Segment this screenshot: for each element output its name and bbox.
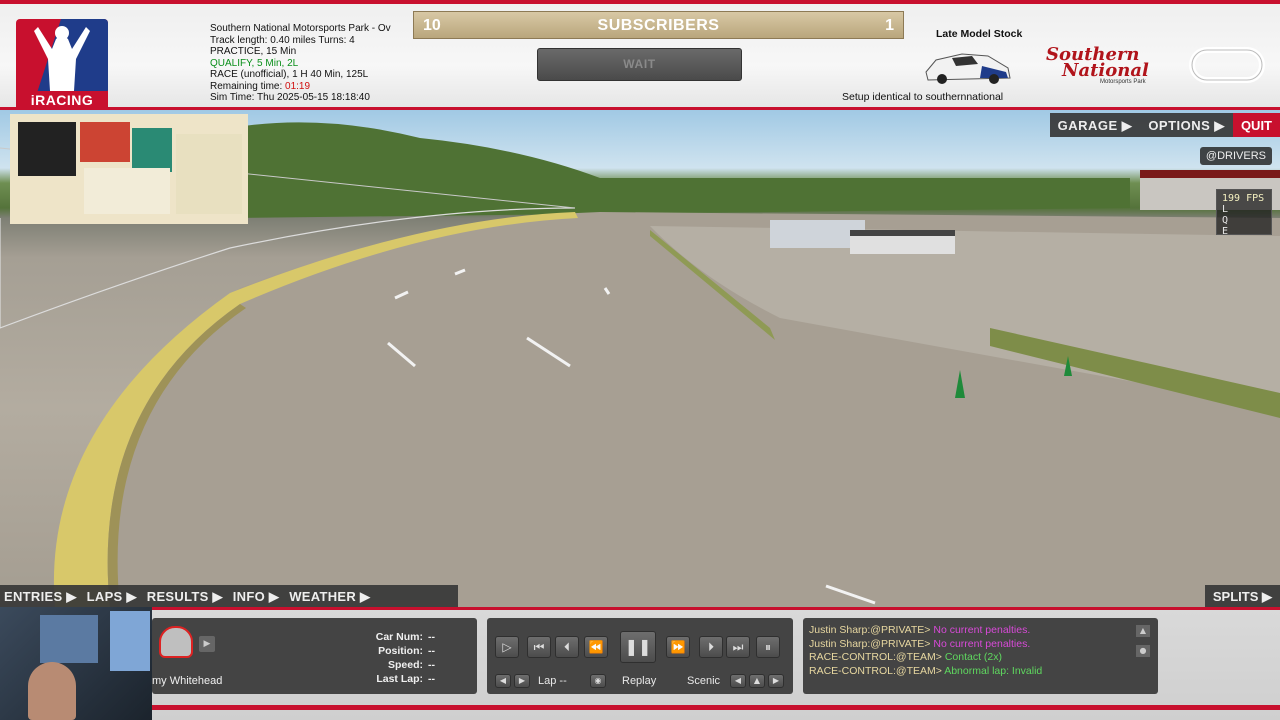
session-header: iRACING Southern National Motorsports Pa…	[0, 0, 1280, 110]
rewind-icon[interactable]: ⏪	[584, 636, 608, 658]
fps-value: 199 FPS	[1222, 193, 1265, 204]
prev-frame-icon[interactable]: ⏴	[555, 636, 579, 658]
tab-entries[interactable]: ENTRIES ▶	[0, 585, 83, 607]
stat-speed: Speed: --	[387, 659, 435, 671]
race-session: RACE (unofficial), 1 H 40 Min, 125L	[210, 69, 369, 80]
iracing-logo: iRACING	[16, 19, 108, 109]
chat-log: Justin Sharp:@PRIVATE> No current penalt…	[809, 624, 1139, 678]
track-view	[0, 114, 1280, 608]
replay-label: Replay	[622, 675, 657, 687]
subscribers-bar: 10 SUBSCRIBERS 1	[413, 11, 904, 39]
camera-icon[interactable]: ◉	[590, 674, 606, 688]
track-logo: Southern National Motorsports Park	[1034, 44, 1176, 88]
stat-position: Position: --	[378, 645, 435, 657]
lap-next-icon[interactable]: ▶	[514, 674, 530, 688]
next-frame-icon[interactable]: ⏵	[699, 636, 723, 658]
car-class: Late Model Stock	[936, 28, 1023, 40]
camera-mode-label: Scenic	[687, 675, 721, 687]
garage-button[interactable]: GARAGE ▶	[1050, 113, 1141, 137]
chat-line: RACE-CONTROL:@TEAM> Abnormal lap: Invali…	[809, 664, 1043, 677]
live-icon[interactable]: ⏸	[756, 636, 780, 658]
logo-text: iRACING	[16, 91, 108, 109]
subscribers-right-count: 1	[885, 17, 894, 34]
skip-start-icon[interactable]: ⏮	[527, 636, 551, 658]
stat-car-num: Car Num: --	[375, 631, 435, 643]
tab-weather[interactable]: WEATHER ▶	[285, 585, 376, 607]
camera-prev-icon[interactable]: ◀	[730, 674, 746, 688]
subscribers-label: SUBSCRIBERS	[597, 17, 720, 34]
chat-scroll-down-icon[interactable]: ●	[1136, 645, 1150, 657]
chat-line: Justin Sharp:@PRIVATE> No current penalt…	[809, 624, 1031, 636]
remaining-time: Remaining time: 01:19	[210, 80, 311, 92]
chat-line: RACE-CONTROL:@TEAM> Contact (2x)	[809, 651, 1002, 663]
setup-note: Setup identical to southernnational	[842, 91, 1004, 103]
tab-laps[interactable]: LAPS ▶	[83, 585, 143, 607]
driver-stats: Car Num: -- Position: -- Speed: -- Last Lap…	[360, 630, 470, 686]
oval-track-icon	[1189, 47, 1265, 83]
qualify-session: QUALIFY, 5 Min, 2L	[210, 57, 299, 69]
chat-line: Justin Sharp:@PRIVATE> No current penalt…	[809, 637, 1031, 650]
stat-last-lap: Last Lap: --	[376, 673, 435, 685]
wait-button[interactable]: WAIT	[537, 48, 742, 81]
bottom-stripe	[0, 705, 1280, 710]
track-length: Track length: 0.40 miles Turns: 4	[210, 34, 355, 46]
play-reverse-icon[interactable]: ▷	[495, 636, 519, 658]
skip-end-icon[interactable]: ⏭	[726, 636, 750, 658]
helmet-icon	[159, 626, 193, 658]
practice-session: PRACTICE, 15 Min	[210, 46, 297, 57]
fps-q: Q	[1222, 215, 1229, 226]
lap-prev-icon[interactable]: ◀	[495, 674, 511, 688]
fps-e: E	[1222, 226, 1229, 237]
camera-next-icon[interactable]: ▶	[768, 674, 784, 688]
options-button[interactable]: OPTIONS ▶	[1140, 113, 1233, 137]
tab-results[interactable]: RESULTS ▶	[143, 585, 229, 607]
fps-counter: 199 FPS L Q E	[1216, 189, 1272, 237]
chat-scroll-up-icon[interactable]: ▲	[1136, 625, 1150, 637]
car-icon	[925, 53, 1011, 84]
session-info: Southern National Motorsports Park - Ov …	[210, 23, 420, 104]
camera-up-icon[interactable]: ▲	[749, 674, 765, 688]
track-name: Southern National Motorsports Park - Ov	[210, 23, 391, 34]
iracing-logo-mark	[16, 19, 108, 91]
driver-name: my Whitehead	[152, 675, 223, 687]
lap-label: Lap --	[538, 675, 567, 687]
sim-time: Sim Time: Thu 2025-05-15 18:18:40	[210, 92, 370, 103]
pause-icon[interactable]: ❚❚	[620, 631, 656, 663]
quit-button[interactable]: QUIT	[1232, 113, 1280, 137]
remaining-time-value: 01:19	[285, 80, 311, 92]
drivers-tag[interactable]: @DRIVERS	[1199, 147, 1272, 165]
fps-l: L	[1222, 204, 1229, 215]
next-driver-icon[interactable]: ▶	[199, 636, 215, 652]
splits-button[interactable]: SPLITS ▶	[1204, 585, 1280, 607]
track-logo-line3: Motorsports Park	[1100, 79, 1146, 85]
bottom-tab-bar: ENTRIES ▶ LAPS ▶ RESULTS ▶ INFO ▶ WEATHE…	[0, 585, 458, 607]
track-logo-line2: National	[1062, 60, 1149, 81]
right-menu: GARAGE ▶ OPTIONS ▶ QUIT	[1049, 113, 1280, 137]
webcam-overlay	[0, 607, 152, 720]
tab-info[interactable]: INFO ▶	[229, 585, 285, 607]
track-scene: @DRIVERS 199 FPS L Q E	[0, 108, 1280, 608]
fast-forward-icon[interactable]: ⏩	[666, 636, 690, 658]
